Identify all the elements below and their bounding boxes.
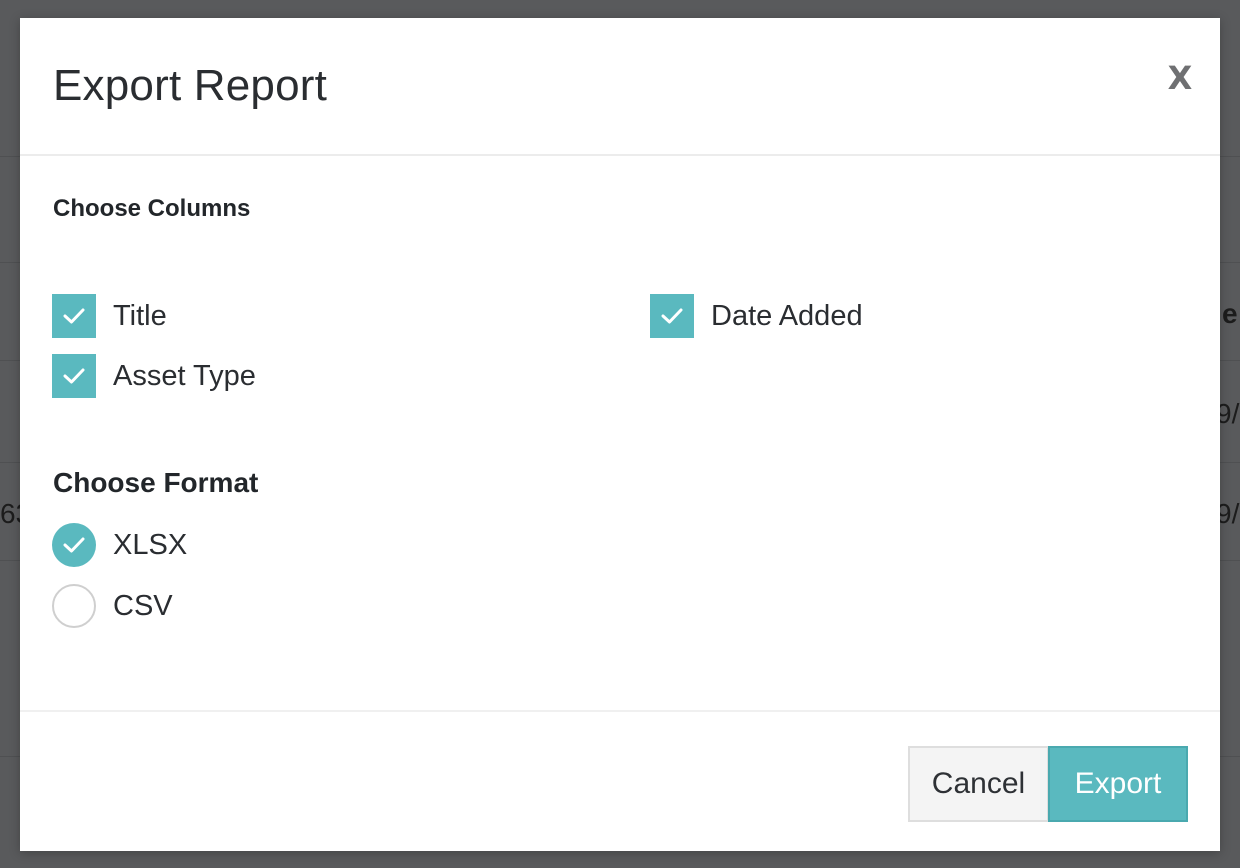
background-column-header-text: e (1222, 298, 1238, 329)
column-checkbox-date-added[interactable]: Date Added (650, 294, 863, 338)
radio-unselected-icon (52, 584, 96, 628)
radio-selected-icon (52, 523, 96, 567)
export-report-dialog: Export Report X Choose Columns Title Ass… (20, 18, 1220, 851)
cancel-button[interactable]: Cancel (908, 746, 1049, 822)
format-label: XLSX (113, 528, 188, 561)
dialog-header: Export Report X (20, 18, 1220, 156)
export-button[interactable]: Export (1048, 746, 1188, 822)
dialog-footer: Cancel Export (20, 710, 1220, 853)
choose-format-heading: Choose Format (53, 467, 259, 498)
choose-columns-heading: Choose Columns (53, 195, 251, 222)
format-radio-csv[interactable]: CSV (52, 584, 173, 628)
checkbox-checked-icon (52, 294, 96, 338)
checkbox-checked-icon (650, 294, 694, 338)
column-label: Asset Type (113, 359, 256, 392)
column-label: Date Added (711, 299, 863, 332)
close-button[interactable]: X (1160, 56, 1200, 100)
dialog-title: Export Report (53, 61, 328, 110)
format-radio-xlsx[interactable]: XLSX (52, 523, 187, 567)
column-label: Title (113, 299, 167, 332)
checkbox-checked-icon (52, 354, 96, 398)
format-label: CSV (113, 589, 173, 622)
column-checkbox-asset-type[interactable]: Asset Type (52, 354, 256, 398)
column-checkbox-title[interactable]: Title (52, 294, 167, 338)
